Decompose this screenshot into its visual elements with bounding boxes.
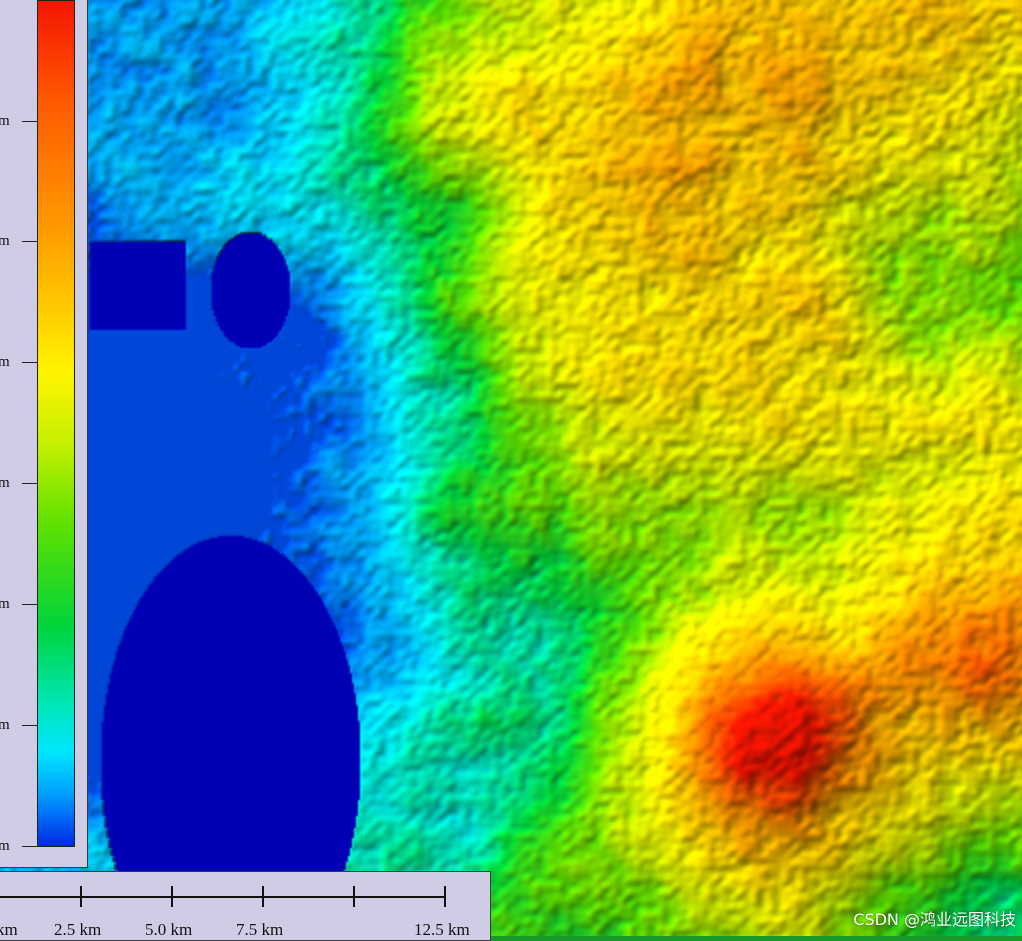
watermark: CSDN @鸿业远图科技 bbox=[853, 910, 1016, 929]
legend-label: m bbox=[0, 233, 10, 249]
scale-bar: km 2.5 km 5.0 km 7.5 km 12.5 km bbox=[0, 871, 491, 941]
scale-label: 7.5 km bbox=[236, 920, 284, 939]
elevation-map[interactable] bbox=[0, 0, 1022, 936]
scale-tick bbox=[171, 886, 173, 907]
legend-label: m bbox=[0, 475, 10, 491]
legend-label: m bbox=[0, 113, 10, 129]
scale-tick bbox=[444, 886, 446, 907]
elevation-legend: m m m m m m m bbox=[0, 0, 88, 868]
legend-label: m bbox=[0, 354, 10, 370]
scale-label: km bbox=[0, 920, 18, 939]
legend-tick bbox=[22, 846, 37, 847]
scale-tick bbox=[80, 886, 82, 907]
legend-label: m bbox=[0, 596, 10, 612]
scale-label: 12.5 km bbox=[414, 920, 470, 939]
legend-tick bbox=[22, 604, 37, 605]
legend-label: m bbox=[0, 717, 10, 733]
scale-label: 5.0 km bbox=[145, 920, 193, 939]
legend-tick bbox=[22, 362, 37, 363]
legend-tick bbox=[22, 725, 37, 726]
scale-line bbox=[0, 896, 446, 898]
scale-tick bbox=[353, 886, 355, 907]
legend-tick bbox=[22, 483, 37, 484]
legend-label: m bbox=[0, 838, 10, 854]
scale-tick bbox=[262, 886, 264, 907]
scale-label: 2.5 km bbox=[54, 920, 102, 939]
color-ramp bbox=[37, 0, 75, 847]
legend-tick bbox=[22, 241, 37, 242]
legend-tick bbox=[22, 121, 37, 122]
